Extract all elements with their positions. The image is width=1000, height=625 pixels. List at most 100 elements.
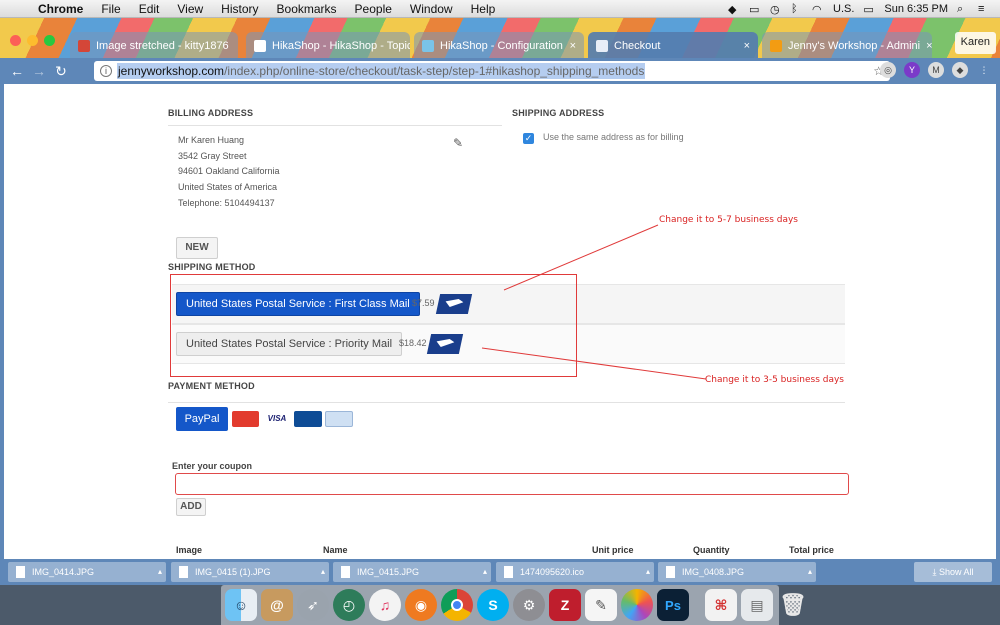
paypal-button[interactable]: PayPal bbox=[176, 407, 228, 431]
contacts-icon[interactable]: @ bbox=[261, 589, 293, 621]
menu-history[interactable]: History bbox=[212, 2, 267, 16]
url-path: /index.php/online-store/checkout/task-st… bbox=[224, 64, 645, 78]
chrome-icon[interactable] bbox=[441, 589, 473, 621]
tab-jennys-workshop-admin[interactable]: Jenny's Workshop - Admini × bbox=[762, 32, 932, 60]
address-bar[interactable]: i jennyworkshop.com/index.php/online-sto… bbox=[94, 61, 890, 81]
add-coupon-button[interactable]: ADD bbox=[176, 498, 206, 516]
finder-icon[interactable]: ☺ bbox=[225, 589, 257, 621]
tab-checkout[interactable]: Checkout × bbox=[588, 32, 758, 60]
visa-icon: VISA bbox=[267, 414, 287, 423]
download-item[interactable]: IMG_0408.JPG ▴ bbox=[658, 562, 816, 582]
close-window-button[interactable] bbox=[10, 35, 21, 46]
pdf-icon[interactable]: ⌘ bbox=[705, 589, 737, 621]
status-area: ◆ ▭ ◷ ᛒ ◠ U.S. ▭ Sun 6:35 PM ⌕ ≡ bbox=[728, 3, 1000, 16]
time-machine-icon[interactable]: ◷ bbox=[770, 3, 782, 16]
back-icon[interactable]: ← bbox=[6, 63, 28, 79]
menu-help[interactable]: Help bbox=[462, 2, 505, 16]
chevron-up-icon[interactable]: ▴ bbox=[808, 562, 812, 582]
menu-people[interactable]: People bbox=[346, 2, 401, 16]
clock[interactable]: Sun 6:35 PM bbox=[884, 3, 948, 15]
download-item[interactable]: IMG_0414.JPG ▴ bbox=[8, 562, 166, 582]
file-icon bbox=[666, 566, 675, 578]
browser-tab-strip: Image stretched - kitty1876 HikaShop - H… bbox=[0, 18, 1000, 60]
trash-icon[interactable]: 🗑 bbox=[777, 589, 809, 621]
divider bbox=[168, 402, 845, 403]
battery-icon[interactable]: ▭ bbox=[863, 3, 875, 16]
url-text[interactable]: jennyworkshop.com/index.php/online-store… bbox=[117, 63, 646, 79]
close-tab-icon[interactable]: × bbox=[564, 40, 576, 52]
col-total-price: Total price bbox=[789, 545, 834, 555]
textedit-icon[interactable]: ✎ bbox=[585, 589, 617, 621]
yahoo-extension-icon[interactable]: Y bbox=[904, 62, 920, 78]
spotlight-icon[interactable]: ⌕ bbox=[957, 3, 969, 15]
mastercard-icon bbox=[232, 411, 259, 427]
wifi-icon[interactable]: ◠ bbox=[812, 3, 824, 16]
extension-icon[interactable]: ◎ bbox=[880, 62, 896, 78]
coupon-input[interactable] bbox=[175, 473, 849, 495]
checkout-page: BILLING ADDRESS Mr Karen Huang 3542 Gray… bbox=[0, 84, 1000, 559]
firefox-icon[interactable]: ◉ bbox=[405, 589, 437, 621]
system-preferences-icon[interactable]: ⚙ bbox=[513, 589, 545, 621]
menu-window[interactable]: Window bbox=[401, 2, 462, 16]
page-icon bbox=[596, 40, 608, 52]
download-item[interactable]: IMG_0415 (1).JPG ▴ bbox=[171, 562, 329, 582]
hikashop-icon bbox=[254, 40, 266, 52]
tab-hikashop-topic[interactable]: HikaShop - HikaShop - Topic bbox=[246, 32, 410, 60]
info-icon[interactable]: i bbox=[100, 65, 112, 77]
chevron-up-icon[interactable]: ▴ bbox=[158, 562, 162, 582]
skype-icon[interactable]: S bbox=[477, 589, 509, 621]
airplay-icon[interactable]: ▭ bbox=[749, 3, 761, 16]
forward-icon[interactable]: → bbox=[28, 63, 50, 79]
annotation-first: Change it to 5-7 business days bbox=[659, 215, 798, 225]
chevron-up-icon[interactable]: ▴ bbox=[483, 562, 487, 582]
dropbox-icon[interactable]: ◆ bbox=[728, 3, 740, 16]
browser-toolbar: ← → ↻ i jennyworkshop.com/index.php/onli… bbox=[0, 58, 1000, 84]
close-tab-icon[interactable]: × bbox=[920, 40, 932, 52]
macos-menu-bar: Chrome File Edit View History Bookmarks … bbox=[0, 0, 1000, 18]
col-quantity: Quantity bbox=[693, 545, 730, 555]
show-all-downloads-button[interactable]: ⤓ Show All bbox=[914, 562, 992, 582]
menu-file[interactable]: File bbox=[92, 2, 129, 16]
menu-icon[interactable]: ⋮ bbox=[976, 62, 992, 78]
dropbox-extension-icon[interactable]: ◆ bbox=[952, 62, 968, 78]
download-filename: IMG_0415 (1).JPG bbox=[195, 567, 271, 577]
close-tab-icon[interactable]: × bbox=[738, 40, 750, 52]
tab-title: HikaShop - HikaShop - Topic bbox=[272, 40, 410, 52]
window-controls bbox=[10, 35, 55, 46]
profile-button[interactable]: Karen bbox=[954, 32, 996, 54]
menu-edit[interactable]: Edit bbox=[130, 2, 169, 16]
photoshop-icon[interactable]: Ps bbox=[657, 589, 689, 621]
menu-app-chrome[interactable]: Chrome bbox=[34, 2, 92, 16]
extensions: ◎ Y M ◆ ⋮ bbox=[880, 62, 992, 78]
tab-image-stretched[interactable]: Image stretched - kitty1876 bbox=[70, 32, 238, 60]
download-item[interactable]: 1474095620.ico ▴ bbox=[496, 562, 654, 582]
filezilla-icon[interactable]: Z bbox=[549, 589, 581, 621]
minimize-window-button[interactable] bbox=[27, 35, 38, 46]
notification-icon[interactable]: ≡ bbox=[978, 3, 990, 15]
chevron-up-icon[interactable]: ▴ bbox=[646, 562, 650, 582]
tab-hikashop-configuration[interactable]: HikaShop - Configuration × bbox=[414, 32, 584, 60]
joomla-icon bbox=[422, 40, 434, 52]
chevron-up-icon[interactable]: ▴ bbox=[321, 562, 325, 582]
file-icon bbox=[179, 566, 188, 578]
launchpad-icon[interactable]: ➶ bbox=[297, 589, 329, 621]
download-filename: 1474095620.ico bbox=[520, 567, 585, 577]
file-icon bbox=[504, 566, 513, 578]
itunes-icon[interactable]: ♫ bbox=[369, 589, 401, 621]
input-source[interactable]: U.S. bbox=[833, 3, 854, 15]
menu-bookmarks[interactable]: Bookmarks bbox=[268, 2, 346, 16]
downloads-stack-icon[interactable]: ▤ bbox=[741, 589, 773, 621]
dock: ☺ @ ➶ ◴ ♫ ◉ S ⚙ Z ✎ Ps ⌘ ▤ 🗑 bbox=[221, 585, 807, 625]
photos-icon[interactable] bbox=[621, 589, 653, 621]
download-item[interactable]: IMG_0415.JPG ▴ bbox=[333, 562, 491, 582]
zoom-window-button[interactable] bbox=[44, 35, 55, 46]
reload-icon[interactable]: ↻ bbox=[50, 63, 72, 80]
col-name: Name bbox=[323, 545, 348, 555]
bluetooth-icon[interactable]: ᛒ bbox=[791, 3, 803, 15]
col-image: Image bbox=[176, 545, 203, 555]
annotation-line-second bbox=[481, 347, 707, 380]
menu-view[interactable]: View bbox=[168, 2, 212, 16]
time-machine-icon[interactable]: ◴ bbox=[333, 589, 365, 621]
download-filename: IMG_0414.JPG bbox=[32, 567, 95, 577]
gmail-extension-icon[interactable]: M bbox=[928, 62, 944, 78]
